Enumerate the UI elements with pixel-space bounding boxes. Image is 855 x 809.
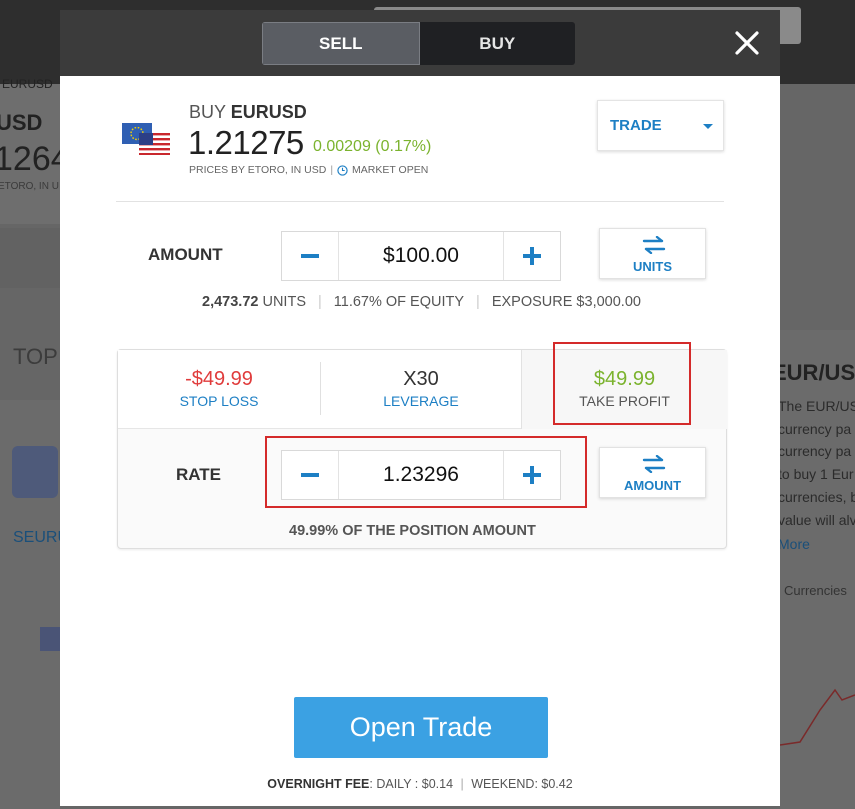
units-label: UNITS: [262, 294, 306, 310]
background-avatar: [12, 446, 58, 498]
sell-buy-toggle: SELL BUY: [262, 22, 575, 65]
background-right-line: The EUR/US: [778, 398, 855, 414]
switch-to-amount-button[interactable]: AMOUNT: [599, 447, 706, 498]
instrument-action: BUY: [189, 102, 226, 122]
amount-increase-button[interactable]: [504, 232, 560, 280]
close-icon[interactable]: [732, 28, 762, 58]
info-separator: |: [330, 164, 334, 176]
background-source: ETORO, IN U: [0, 181, 59, 192]
background-right-line: currency pa: [778, 421, 852, 437]
background-tag: Currencies: [784, 583, 847, 598]
fee-separator: |: [460, 777, 464, 791]
minus-icon: [301, 254, 319, 258]
header-divider: [116, 201, 724, 202]
rate-highlight: [265, 436, 587, 508]
instrument-title: BUY EURUSD: [189, 102, 307, 123]
rate-label: RATE: [176, 465, 222, 484]
plus-icon: [523, 247, 541, 265]
amount-stepper: $100.00: [281, 231, 561, 281]
switch-amount-label: AMOUNT: [623, 478, 682, 493]
amount-details: 2,473.72 UNITS | 11.67% OF EQUITY | EXPO…: [202, 294, 641, 310]
instrument-price: 1.21275: [188, 124, 304, 161]
leverage-value: X30: [403, 368, 439, 390]
background-sparkline: [780, 688, 855, 746]
details-separator: |: [476, 294, 480, 310]
background-flag-thumb: [40, 627, 60, 651]
amount-label: AMOUNT: [148, 245, 223, 264]
buy-button[interactable]: BUY: [419, 22, 575, 65]
details-separator: |: [317, 294, 322, 310]
swap-arrows-icon: [642, 455, 666, 473]
background-symbol: USD: [0, 110, 43, 135]
trade-modal: SELL BUY BUY EURUSD 1.21275 0.00209 (0.1…: [60, 10, 780, 806]
amount-input[interactable]: $100.00: [338, 232, 504, 280]
equity-percent: 11.67% OF EQUITY: [333, 294, 465, 310]
tab-stop-loss[interactable]: -$49.99 STOP LOSS: [118, 350, 320, 428]
prices-by-label: PRICES BY ETORO, IN USD: [189, 164, 327, 176]
background-ticker: EURUSD: [2, 77, 53, 91]
fee-daily: DAILY : $0.14: [376, 777, 454, 791]
chevron-down-icon: [703, 124, 713, 129]
switch-units-label: UNITS: [633, 259, 672, 274]
rate-position-note: 49.99% OF THE POSITION AMOUNT: [289, 523, 536, 539]
fee-title: OVERNIGHT FEE: [267, 777, 370, 791]
eu-us-flag-icon: [122, 123, 170, 155]
clock-icon: [337, 164, 348, 176]
modal-header: SELL BUY: [60, 10, 780, 76]
background-right-line: currency pa: [778, 443, 852, 459]
fee-weekend: WEEKEND: $0.42: [471, 777, 573, 791]
background-more-link: More: [778, 536, 810, 552]
tab-leverage[interactable]: X30 LEVERAGE: [321, 350, 521, 428]
background-right-line: currencies, b: [778, 489, 855, 505]
background-right-line: to buy 1 Eur: [778, 466, 854, 482]
leverage-label: LEVERAGE: [383, 393, 459, 409]
amount-decrease-button[interactable]: [282, 232, 338, 280]
sell-button[interactable]: SELL: [262, 22, 420, 65]
open-trade-button[interactable]: Open Trade: [294, 697, 548, 758]
stop-loss-value: -$49.99: [185, 368, 253, 390]
exposure-value: EXPOSURE $3,000.00: [491, 294, 641, 310]
switch-to-units-button[interactable]: UNITS: [599, 228, 706, 279]
order-type-label: TRADE: [610, 117, 662, 134]
units-value: 2,473.72: [202, 294, 259, 310]
instrument-symbol: EURUSD: [230, 102, 307, 122]
background-band: [0, 228, 60, 288]
background-right-line: value will alv: [778, 512, 855, 528]
take-profit-highlight: [553, 342, 691, 425]
market-status: MARKET OPEN: [352, 164, 429, 176]
price-source-info: PRICES BY ETORO, IN USD | MARKET OPEN: [189, 164, 428, 176]
overnight-fee-info: OVERNIGHT FEE: DAILY : $0.14 | WEEKEND: …: [267, 777, 573, 791]
background-section-title: TOP: [13, 344, 58, 369]
background-right-title: EUR/US: [772, 360, 855, 385]
stop-loss-label: STOP LOSS: [179, 393, 259, 409]
swap-arrows-icon: [642, 236, 666, 254]
price-change: 0.00209 (0.17%): [313, 138, 432, 155]
order-type-dropdown[interactable]: TRADE: [597, 100, 724, 151]
